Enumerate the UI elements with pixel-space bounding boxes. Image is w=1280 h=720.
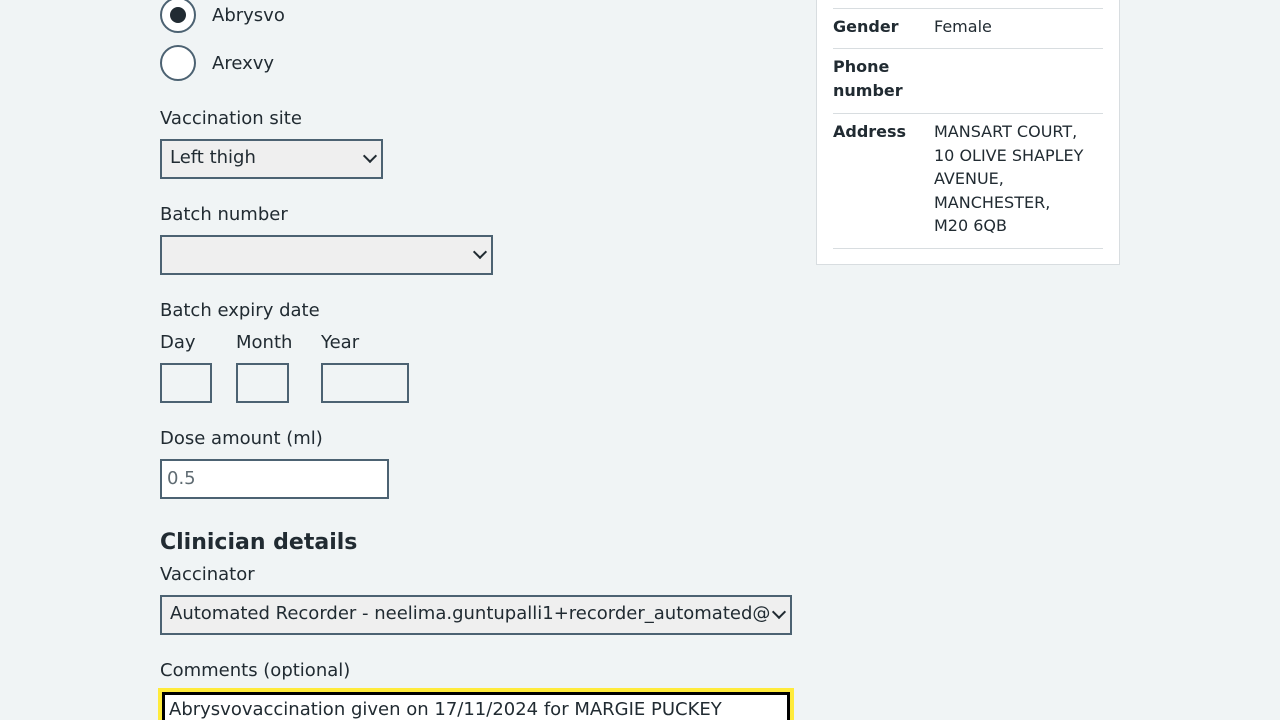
address-value: MANSART COURT, 10 OLIVE SHAPLEY AVENUE, … bbox=[934, 120, 1094, 238]
vaccinator-select[interactable]: Automated Recorder - neelima.guntupalli1… bbox=[160, 595, 792, 635]
comments-textarea[interactable]: Abrysvovaccination given on 17/11/2024 f… bbox=[162, 692, 790, 720]
vaccination-site-select[interactable]: Left thigh bbox=[160, 139, 383, 179]
batch-number-select[interactable] bbox=[160, 235, 493, 275]
radio-label: Arexvy bbox=[212, 52, 275, 74]
address-label: Address bbox=[833, 122, 907, 141]
phone-row: Phone number bbox=[833, 55, 1103, 114]
gender-row: Gender Female bbox=[833, 15, 1103, 49]
batch-number-label: Batch number bbox=[160, 204, 288, 225]
gender-label: Gender bbox=[833, 17, 899, 36]
expiry-month-input[interactable] bbox=[236, 363, 289, 403]
dose-amount-input[interactable]: 0.5 bbox=[160, 459, 389, 499]
address-line: MANSART COURT, bbox=[934, 122, 1078, 141]
patient-details-card: Gender Female Phone number Address MANSA… bbox=[816, 0, 1120, 265]
selected-value: Left thigh bbox=[170, 147, 256, 168]
radio-label: Abrysvo bbox=[212, 4, 285, 26]
record-vaccination-page: Abrysvo Arexvy Vaccination site Left thi… bbox=[0, 0, 1280, 720]
comments-focus-ring: Abrysvovaccination given on 17/11/2024 f… bbox=[158, 688, 794, 720]
expiry-day-input[interactable] bbox=[160, 363, 212, 403]
card-row-top bbox=[833, 0, 1103, 9]
address-row: Address MANSART COURT, 10 OLIVE SHAPLEY … bbox=[833, 120, 1103, 249]
day-label: Day bbox=[160, 332, 196, 353]
selected-value: Automated Recorder - neelima.guntupalli1… bbox=[170, 603, 770, 624]
chevron-down-icon bbox=[362, 148, 378, 164]
radio-button-checked[interactable] bbox=[160, 0, 196, 33]
address-line: 10 OLIVE SHAPLEY bbox=[934, 145, 1084, 165]
month-label: Month bbox=[236, 332, 293, 353]
clinician-details-heading: Clinician details bbox=[160, 530, 358, 555]
dose-amount-label: Dose amount (ml) bbox=[160, 428, 323, 449]
address-line: M20 6QB bbox=[934, 216, 1007, 235]
expiry-year-input[interactable] bbox=[321, 363, 409, 403]
vaccine-option-abrysvo[interactable]: Abrysvo bbox=[160, 0, 285, 35]
vaccine-option-arexvy[interactable]: Arexvy bbox=[160, 43, 274, 83]
batch-expiry-label: Batch expiry date bbox=[160, 300, 320, 321]
vaccinator-label: Vaccinator bbox=[160, 564, 255, 585]
comments-label: Comments (optional) bbox=[160, 660, 351, 681]
address-line: MANCHESTER, bbox=[934, 192, 1051, 212]
gender-value: Female bbox=[934, 17, 992, 36]
chevron-down-icon bbox=[472, 244, 488, 260]
vaccination-site-label: Vaccination site bbox=[160, 108, 302, 129]
year-label: Year bbox=[321, 332, 360, 353]
address-line: AVENUE, bbox=[934, 169, 1004, 188]
chevron-down-icon bbox=[771, 604, 787, 620]
phone-label: Phone number bbox=[833, 57, 903, 100]
radio-button[interactable] bbox=[160, 45, 196, 81]
